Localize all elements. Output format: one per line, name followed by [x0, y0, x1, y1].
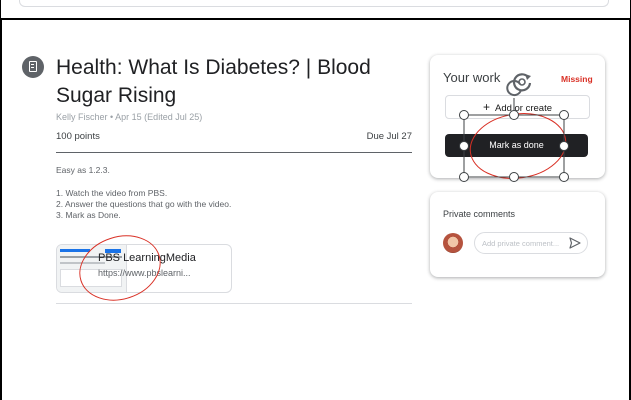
attachment-url: https://www.pbslearni... [98, 268, 191, 278]
your-work-title: Your work [443, 70, 501, 85]
private-comment-placeholder: Add private comment... [482, 239, 560, 248]
add-or-create-label: Add or create [494, 103, 553, 114]
description-line [56, 176, 231, 188]
left-border [0, 20, 2, 400]
assignment-description: Easy as 1.2.3. 1. Watch the video from P… [56, 165, 231, 221]
plus-icon: + [482, 100, 490, 114]
assignment-meta: Kelly Fischer • Apr 15 (Edited Jul 25) [56, 112, 203, 122]
status-badge: Missing [561, 74, 593, 84]
description-line: 3. Mark as Done. [56, 210, 121, 220]
divider [56, 303, 412, 304]
assignment-icon [22, 56, 44, 78]
top-bar [19, 0, 609, 7]
assignment-title: Health: What Is Diabetes? | Blood Sugar … [56, 56, 371, 107]
refresh-icon [512, 73, 532, 92]
due-date: Due Jul 27 [366, 131, 412, 142]
add-or-create-button[interactable]: + Add or create [445, 95, 590, 119]
description-line: 2. Answer the questions that go with the… [56, 199, 232, 209]
private-comments-title: Private comments [443, 209, 516, 219]
points-label: 100 points [56, 131, 100, 142]
attachment-title[interactable]: PBS LearningMedia [98, 252, 196, 264]
description-line: Easy as 1.2.3. [56, 165, 110, 175]
divider [56, 152, 412, 153]
description-line: 1. Watch the video from PBS. [56, 188, 168, 198]
window-top-frame [0, 0, 631, 20]
avatar [443, 233, 463, 253]
mark-as-done-button[interactable]: Mark as done [445, 134, 588, 157]
send-icon[interactable] [568, 236, 582, 250]
